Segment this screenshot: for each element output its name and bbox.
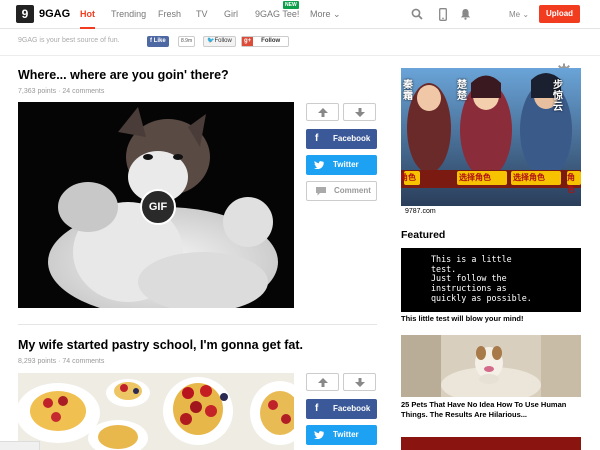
logo[interactable]: 9 9GAG [16, 5, 70, 23]
comment-button[interactable]: Comment [306, 181, 377, 201]
share-twitter-label: Twitter [333, 160, 359, 169]
downvote-button[interactable] [343, 103, 376, 121]
notification-bell-icon[interactable] [460, 8, 471, 20]
user-menu[interactable]: Me ⌄ [509, 0, 529, 29]
search-icon[interactable] [411, 8, 423, 20]
nav-tv[interactable]: TV [196, 0, 208, 29]
upload-button[interactable]: Upload [539, 5, 580, 23]
facebook-like-count: 8.9m [178, 36, 196, 47]
share-twitter-label: Twitter [333, 430, 359, 439]
facebook-icon: f [315, 133, 319, 144]
ad-character-label: 步惊云 [553, 80, 563, 113]
dog-in-chair-picture [401, 335, 581, 397]
pastries-picture [18, 373, 294, 450]
comment-label: Comment [334, 186, 371, 195]
share-twitter-button[interactable]: Twitter [306, 155, 377, 175]
gif-badge[interactable]: GIF [140, 189, 176, 225]
ad-character-label: 楚楚 [457, 80, 467, 102]
twitter-follow-button[interactable]: 🐦Follow [203, 36, 236, 47]
nav-fresh[interactable]: Fresh [158, 0, 181, 29]
nav-girl[interactable]: Girl [224, 0, 238, 29]
new-badge: NEW [283, 1, 299, 9]
twitter-follow-label: Follow [214, 38, 232, 44]
ad-footer-domain[interactable]: 9787.com [401, 206, 581, 217]
share-facebook-button[interactable]: f Facebook [306, 129, 377, 149]
post-title[interactable]: Where... where are you goin' there? [18, 68, 229, 82]
arrow-up-icon [318, 108, 328, 117]
top-navigation-bar: 9 9GAG Hot Trending Fresh TV Girl 9GAG T… [0, 0, 600, 29]
nav-trending[interactable]: Trending [111, 0, 146, 29]
share-facebook-button[interactable]: f Facebook [306, 399, 377, 419]
featured-item-3-image[interactable] [401, 437, 581, 450]
twitter-bird-icon [314, 161, 324, 169]
arrow-up-icon [318, 378, 328, 387]
nav-hot[interactable]: Hot [80, 0, 95, 29]
mobile-icon[interactable] [439, 8, 447, 21]
sidebar-advertisement[interactable]: 秦霜 楚楚 步惊云 角色 选择角色 选择角色 角色 9787.com [401, 68, 581, 217]
nav-more[interactable]: More ⌄ [310, 0, 341, 29]
upvote-button[interactable] [306, 373, 339, 391]
logo-mark: 9 [16, 5, 34, 23]
post-meta[interactable]: 8,293 points · 74 comments [18, 358, 104, 365]
sub-bar: 9GAG is your best source of fun. f Like … [0, 29, 600, 79]
post-meta[interactable]: 7,363 points · 24 comments [18, 88, 104, 95]
share-facebook-label: Facebook [333, 134, 371, 143]
upvote-button[interactable] [306, 103, 339, 121]
google-plus-follow-label: Follow [261, 38, 281, 44]
post-title[interactable]: My wife started pastry school, I'm gonna… [18, 338, 303, 352]
google-plus-icon: g+ [242, 37, 254, 46]
facebook-like-button[interactable]: f Like [147, 36, 169, 47]
featured-item-2-image[interactable] [401, 335, 581, 397]
featured-item-2-caption[interactable]: 25 Pets That Have No Idea How To Use Hum… [401, 400, 581, 419]
arrow-down-icon [355, 378, 365, 387]
ad-select-character-button[interactable]: 选择角色 [459, 172, 491, 184]
featured-heading: Featured [401, 229, 446, 241]
post-image-cat-gif[interactable]: GIF [18, 102, 294, 308]
comment-bubble-icon [316, 187, 326, 196]
twitter-bird-icon [314, 431, 324, 439]
arrow-down-icon [355, 108, 365, 117]
featured-item-1-image[interactable]: This is a little test. Just follow the i… [401, 248, 581, 312]
google-plus-follow-button[interactable]: g+ Follow [241, 36, 289, 47]
downvote-button[interactable] [343, 373, 376, 391]
post-image-pastries[interactable] [18, 373, 294, 450]
featured-item-1-caption[interactable]: This little test will blow your mind! [401, 314, 524, 323]
post-divider [18, 324, 377, 325]
ad-character-label: 秦霜 [403, 80, 413, 102]
tagline: 9GAG is your best source of fun. [18, 37, 120, 44]
share-facebook-label: Facebook [333, 404, 371, 413]
ad-select-character-button[interactable]: 选择角色 [513, 172, 545, 184]
ad-select-character-button[interactable]: 角色 [567, 172, 581, 196]
status-strip [0, 441, 40, 450]
logo-text: 9GAG [39, 8, 71, 20]
facebook-icon: f [315, 403, 319, 414]
share-twitter-button[interactable]: Twitter [306, 425, 377, 445]
ad-select-character-button[interactable]: 角色 [401, 172, 416, 184]
